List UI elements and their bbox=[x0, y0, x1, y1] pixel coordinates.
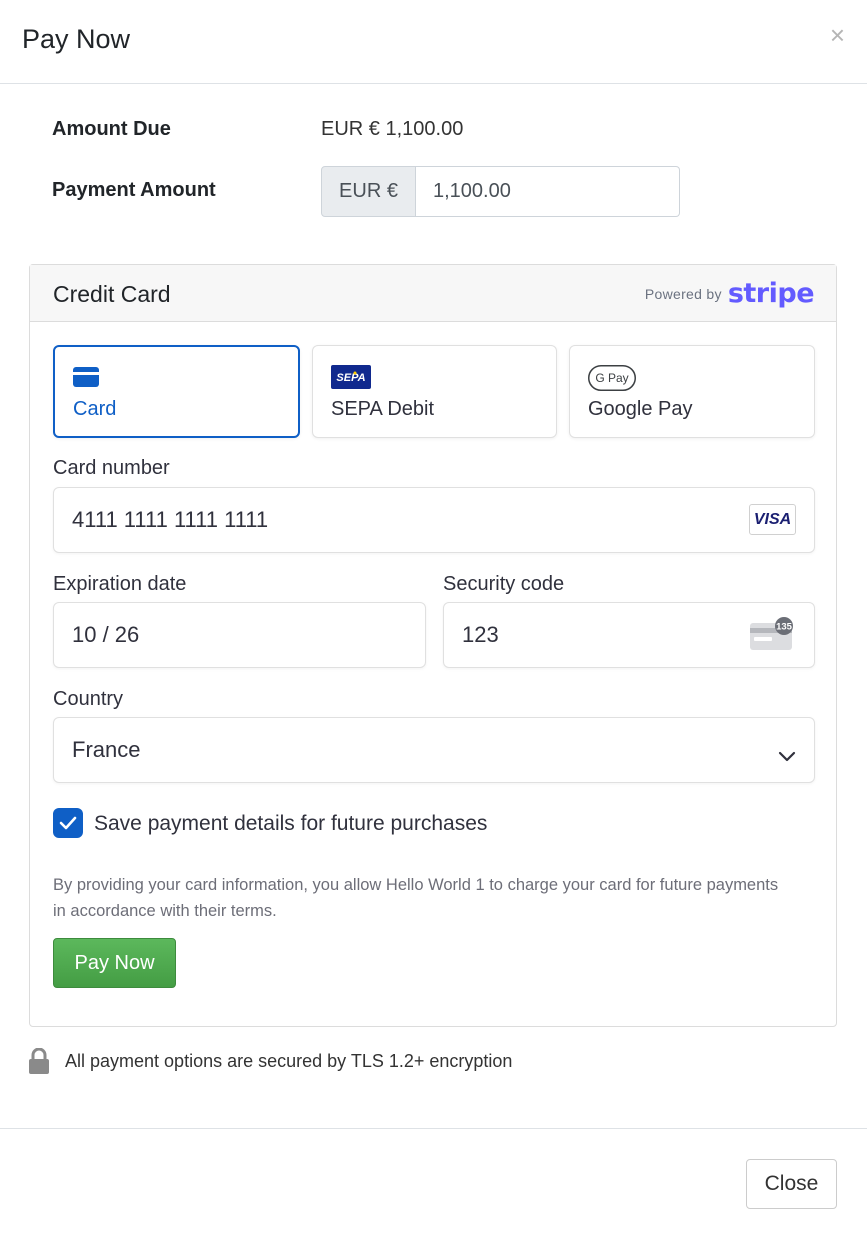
cvc-hint-text: 135 bbox=[776, 622, 793, 633]
visa-icon: VISA bbox=[749, 504, 796, 535]
sepa-icon: SEPA bbox=[331, 365, 371, 394]
card-icon bbox=[73, 367, 99, 392]
save-details-label[interactable]: Save payment details for future purchase… bbox=[94, 812, 487, 836]
method-label-google-pay: Google Pay bbox=[588, 398, 693, 420]
sepa-icon-text: SEPA bbox=[336, 372, 365, 384]
country-value: France bbox=[72, 737, 141, 762]
card-number-value: 4111 1111 1111 1111 bbox=[72, 507, 269, 532]
method-tab-sepa[interactable]: SEPA SEPA Debit bbox=[312, 345, 557, 438]
security-code-label: Security code bbox=[443, 573, 565, 595]
card-panel-header: Credit Card Powered by stripe bbox=[30, 265, 836, 322]
powered-by-text: Powered by bbox=[644, 286, 722, 302]
country-label: Country bbox=[53, 688, 124, 710]
method-label-card: Card bbox=[73, 398, 117, 420]
save-details-checkbox[interactable] bbox=[53, 808, 83, 838]
lock-icon bbox=[28, 1047, 50, 1079]
card-panel-title: Credit Card bbox=[53, 281, 171, 307]
chevron-down-icon bbox=[778, 743, 796, 769]
close-icon[interactable]: × bbox=[830, 22, 845, 48]
method-label-sepa: SEPA Debit bbox=[331, 398, 435, 420]
country-select[interactable]: France bbox=[53, 717, 815, 783]
secure-note bbox=[28, 1047, 50, 1079]
powered-by-stripe: Powered by stripe bbox=[644, 278, 815, 309]
credit-card-panel: Credit Card Powered by stripe Card SEPA … bbox=[29, 264, 837, 1027]
payment-amount-label: Payment Amount bbox=[52, 179, 216, 201]
google-pay-icon: G Pay bbox=[588, 365, 636, 396]
terms-text: By providing your card information, you … bbox=[53, 876, 779, 920]
google-pay-icon-text: G Pay bbox=[595, 371, 628, 385]
pay-now-button[interactable]: Pay Now bbox=[53, 938, 176, 988]
security-code-field[interactable]: 123 135 bbox=[443, 602, 815, 668]
cvc-icon: 135 bbox=[748, 617, 796, 659]
security-code-value: 123 bbox=[462, 622, 499, 647]
close-button[interactable]: Close bbox=[746, 1159, 837, 1209]
amount-due-value: EUR € 1,100.00 bbox=[321, 118, 464, 140]
checkmark-icon bbox=[59, 816, 77, 830]
method-tab-card[interactable]: Card bbox=[53, 345, 300, 438]
modal-title: Pay Now bbox=[22, 24, 131, 54]
expiration-value: 10 / 26 bbox=[72, 622, 140, 647]
currency-addon: EUR € bbox=[321, 166, 416, 217]
secure-note-text: All payment options are secured by TLS 1… bbox=[65, 1051, 513, 1071]
modal-header: Pay Now × bbox=[0, 0, 867, 84]
stripe-logo: stripe bbox=[727, 278, 815, 309]
modal-footer: Close bbox=[0, 1128, 867, 1235]
payment-amount-input[interactable]: 1,100.00 bbox=[416, 166, 680, 217]
method-tab-google-pay[interactable]: G Pay Google Pay bbox=[569, 345, 815, 438]
expiration-field[interactable]: 10 / 26 bbox=[53, 602, 426, 668]
card-number-field[interactable]: 4111 1111 1111 1111 VISA bbox=[53, 487, 815, 553]
card-number-label: Card number bbox=[53, 457, 170, 479]
expiration-label: Expiration date bbox=[53, 573, 187, 595]
amount-due-label: Amount Due bbox=[52, 118, 171, 140]
payment-amount-group: EUR € 1,100.00 bbox=[321, 166, 680, 217]
